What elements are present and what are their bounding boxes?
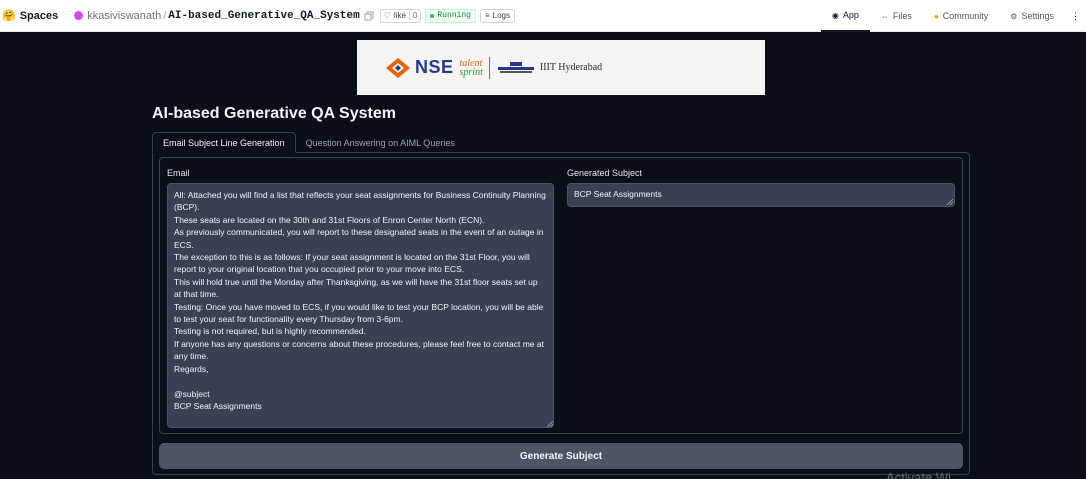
generated-subject-output[interactable]: BCP Seat Assignments xyxy=(567,183,955,207)
like-count: 0 xyxy=(408,11,420,20)
email-label: Email xyxy=(167,168,190,178)
generate-subject-button[interactable]: Generate Subject xyxy=(159,443,963,469)
nse-logo-icon xyxy=(386,57,410,78)
top-bar: 🤗 Spaces kkasiviswanath / AI-based_Gener… xyxy=(0,0,1086,32)
generated-subject-label: Generated Subject xyxy=(567,168,643,178)
more-options-button[interactable]: ⋮ xyxy=(1065,0,1086,32)
iiit-text: IIIT Hyderabad xyxy=(539,62,603,73)
tab-question-answering[interactable]: Question Answering on AIML Queries xyxy=(296,132,465,153)
sprint-text: sprint xyxy=(459,66,483,78)
resize-handle-icon[interactable] xyxy=(947,199,953,205)
logs-button[interactable]: ≡ Logs xyxy=(479,8,515,23)
community-icon: ● xyxy=(933,11,939,21)
nav-tab-label: Community xyxy=(942,11,989,21)
files-icon: ⇔ xyxy=(880,11,889,21)
nav-tab-community[interactable]: ● Community xyxy=(923,0,999,32)
banner-divider xyxy=(488,56,490,79)
nav-tab-settings[interactable]: ⚙ Settings xyxy=(999,0,1065,32)
nse-text: NSE xyxy=(415,57,454,77)
sponsor-banner: NSE talent sprint IIIT Hyderabad xyxy=(357,40,765,95)
app-icon: ◉ xyxy=(831,10,839,20)
activate-windows-watermark: Activate Wi xyxy=(886,470,952,479)
iiit-emblem-icon xyxy=(497,61,534,73)
status-text: Running xyxy=(437,11,471,20)
status-badge: Running xyxy=(425,8,476,23)
breadcrumb-separator: / xyxy=(163,9,167,22)
tab-bar: Email Subject Line Generation Question A… xyxy=(152,132,465,153)
logs-label: Logs xyxy=(492,11,510,20)
heart-icon: ♡ xyxy=(383,11,391,20)
owner-link[interactable]: kkasiviswanath xyxy=(87,10,161,22)
like-button[interactable]: ♡ like 0 xyxy=(379,8,422,23)
like-label: like xyxy=(393,11,406,20)
gear-icon: ⚙ xyxy=(1010,11,1018,21)
nav-tab-files[interactable]: ⇔ Files xyxy=(870,0,923,32)
talentsprint-logo: talent sprint xyxy=(459,58,483,78)
nav-tab-app[interactable]: ◉ App xyxy=(820,0,870,32)
logs-icon: ≡ xyxy=(484,11,490,20)
nav-tab-label: App xyxy=(842,10,859,20)
breadcrumb: 🤗 Spaces kkasiviswanath / AI-based_Gener… xyxy=(2,0,515,31)
email-textarea[interactable]: All: Attached you will find a list that … xyxy=(167,183,554,428)
tab-email-subject[interactable]: Email Subject Line Generation xyxy=(152,132,296,153)
nav-tab-label: Files xyxy=(892,11,912,21)
spaces-link[interactable]: Spaces xyxy=(20,10,59,22)
space-nav: ◉ App ⇔ Files ● Community ⚙ Settings ⋮ xyxy=(820,0,1086,32)
copy-icon[interactable] xyxy=(364,11,374,21)
page-title: AI-based Generative QA System xyxy=(152,105,396,122)
resize-handle-icon[interactable] xyxy=(547,421,553,427)
owner-avatar[interactable] xyxy=(74,11,84,20)
status-dot-icon xyxy=(430,13,435,18)
nav-tab-label: Settings xyxy=(1021,11,1054,21)
spaces-logo-icon[interactable]: 🤗 xyxy=(2,9,16,22)
repo-name-link[interactable]: AI-based_Generative_QA_System xyxy=(168,10,359,22)
